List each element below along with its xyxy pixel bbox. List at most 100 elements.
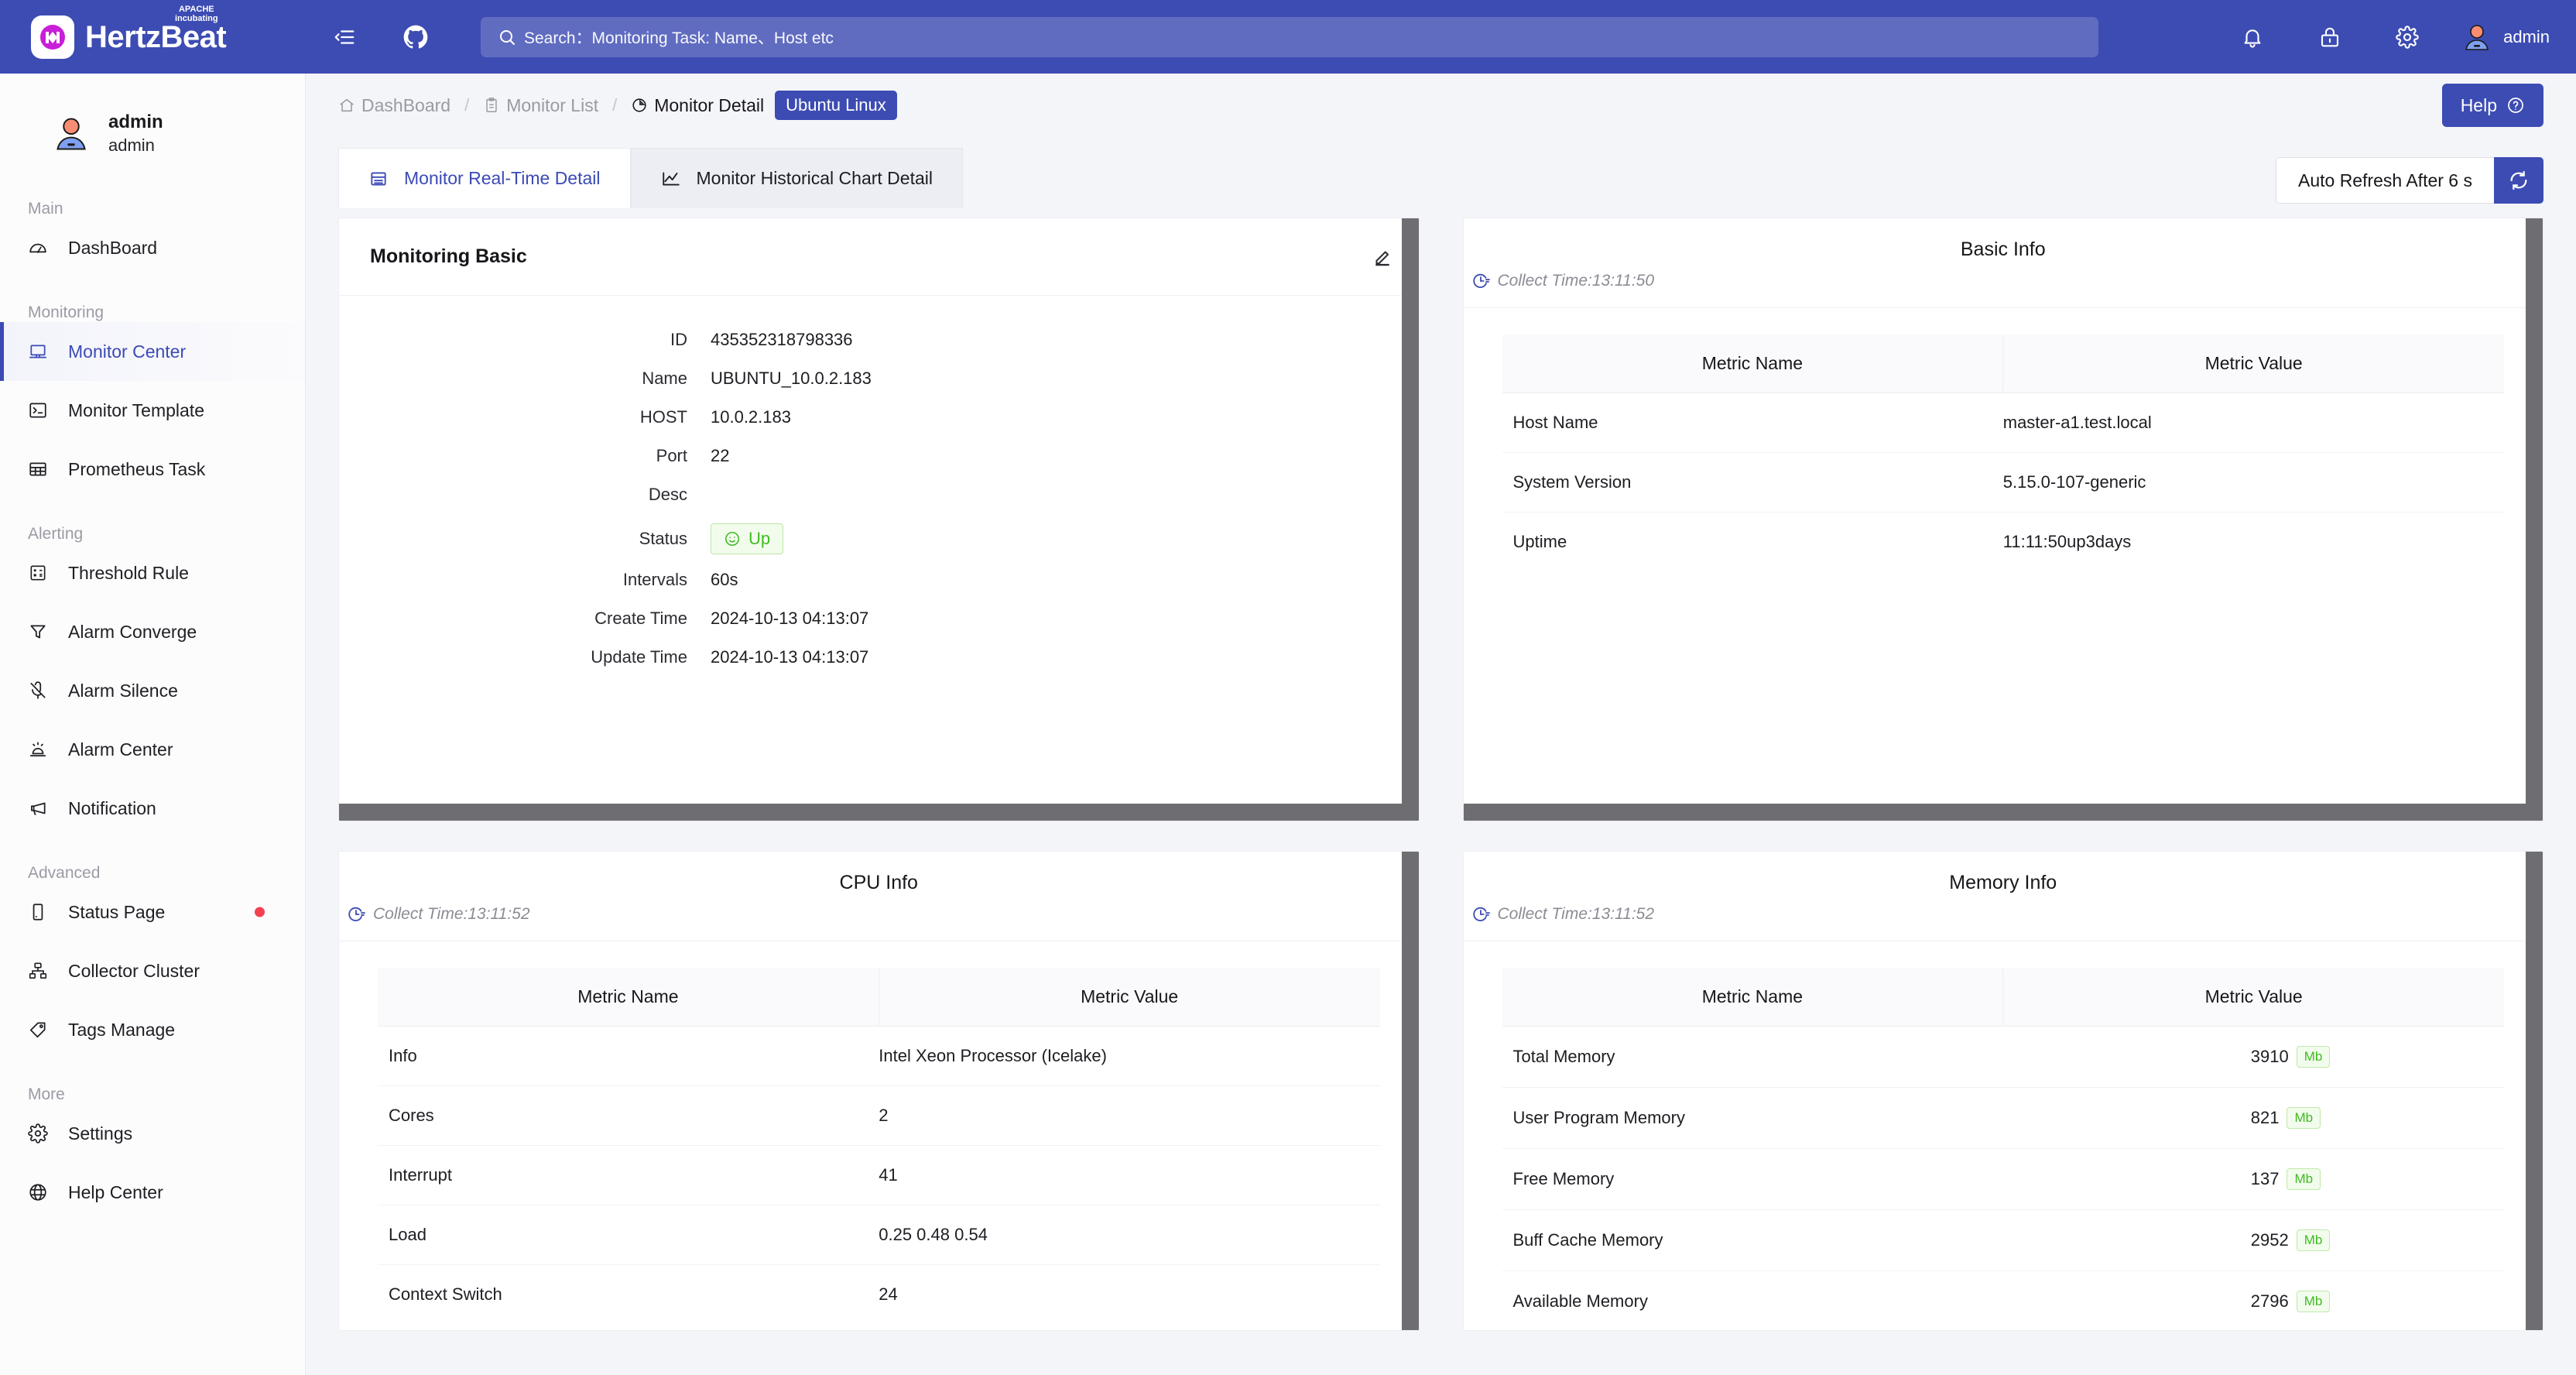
column-metric-value: Metric Value xyxy=(879,968,1379,1027)
sidebar-item-threshold-rule[interactable]: Threshold Rule xyxy=(0,543,305,602)
calculator-icon xyxy=(28,563,54,583)
desc-value: UBUNTU_10.0.2.183 xyxy=(711,369,872,389)
card-vertical-scrollbar[interactable] xyxy=(1402,218,1419,821)
bell-icon[interactable] xyxy=(2231,15,2274,59)
sidebar-item-collector-cluster[interactable]: Collector Cluster xyxy=(0,941,305,1000)
sidebar-user-block[interactable]: admin admin xyxy=(0,74,305,156)
metric-name: Total Memory xyxy=(1502,1027,2003,1088)
metric-name: Load xyxy=(378,1205,879,1265)
metric-value: 137 Mb xyxy=(2003,1149,2504,1210)
metric-value: 2 xyxy=(879,1086,1379,1146)
monitor-type-tag: Ubuntu Linux xyxy=(775,91,897,120)
table-row: Host Name master-a1.test.local xyxy=(1502,393,2505,453)
nav-group-monitoring: Monitoring xyxy=(0,303,305,322)
clock-icon xyxy=(1471,272,1490,290)
breadcrumb-monitor-detail: Monitor Detail xyxy=(631,95,764,116)
table-row: Cores 2 xyxy=(378,1086,1380,1146)
status-label: Up xyxy=(748,529,770,549)
sidebar-item-notification[interactable]: Notification xyxy=(0,779,305,838)
search-input[interactable]: Search：Monitoring Task: Name、Host etc xyxy=(481,17,2098,57)
card-horizontal-scrollbar[interactable] xyxy=(1464,804,2526,821)
desc-row: Intervals 60s xyxy=(339,570,1419,590)
desc-value: 22 xyxy=(711,446,729,466)
monitor-icon xyxy=(28,341,54,362)
desc-value: 10.0.2.183 xyxy=(711,407,791,427)
nav-group-advanced: Advanced xyxy=(0,864,305,883)
lock-icon[interactable] xyxy=(2308,15,2352,59)
pencil-icon[interactable] xyxy=(1372,247,1392,267)
card-horizontal-scrollbar[interactable] xyxy=(339,804,1402,821)
breadcrumb-label: DashBoard xyxy=(361,95,450,116)
sidebar-item-label: Status Page xyxy=(68,902,165,923)
sidebar-item-help-center[interactable]: Help Center xyxy=(0,1163,305,1222)
desc-row: Desc xyxy=(339,485,1419,505)
sidebar-item-monitor-template[interactable]: Monitor Template xyxy=(0,381,305,440)
metric-name: User Program Memory xyxy=(1502,1088,2003,1149)
help-button[interactable]: Help xyxy=(2442,84,2543,127)
metric-number: 2952 xyxy=(2251,1230,2289,1250)
sidebar-item-alarm-converge[interactable]: Alarm Converge xyxy=(0,602,305,661)
desc-value: Up xyxy=(711,523,783,554)
metric-name: Interrupt xyxy=(378,1146,879,1205)
card-vertical-scrollbar[interactable] xyxy=(2526,852,2543,1330)
tab-monitor-historical-chart-detail[interactable]: Monitor Historical Chart Detail xyxy=(631,148,963,208)
github-icon[interactable] xyxy=(394,15,437,59)
metric-value: 41 xyxy=(879,1146,1379,1205)
cluster-icon xyxy=(28,961,54,981)
clock-icon xyxy=(1471,905,1490,924)
metric-value: 11:11:50up3days xyxy=(2003,513,2504,572)
user-menu[interactable]: admin xyxy=(2461,22,2550,53)
main-content: DashBoard / Monitor List / Monitor Detai… xyxy=(306,74,2576,1375)
table-row: Available Memory 2796 Mb xyxy=(1502,1271,2505,1332)
sidebar-item-monitor-center[interactable]: Monitor Center xyxy=(0,322,305,381)
sidebar-item-alarm-silence[interactable]: Alarm Silence xyxy=(0,661,305,720)
table-row: System Version 5.15.0-107-generic xyxy=(1502,453,2505,513)
tab-label: Monitor Historical Chart Detail xyxy=(697,168,933,189)
card-vertical-scrollbar[interactable] xyxy=(1402,852,1419,1330)
brand-apache-incubating: APACHE incubating xyxy=(175,5,218,24)
sidebar-item-prometheus-task[interactable]: Prometheus Task xyxy=(0,440,305,499)
tab-monitor-real-time-detail[interactable]: Monitor Real-Time Detail xyxy=(338,148,631,208)
auto-refresh-value: Auto Refresh After 6 s xyxy=(2298,170,2472,191)
sidebar-item-alarm-center[interactable]: Alarm Center xyxy=(0,720,305,779)
card-monitoring-basic: Monitoring Basic ID 435352318798336 Name… xyxy=(338,218,1420,821)
gear-icon[interactable] xyxy=(2386,15,2429,59)
sidebar-item-settings[interactable]: Settings xyxy=(0,1104,305,1163)
brand-logo[interactable]: HertzBeat APACHE incubating xyxy=(0,15,306,59)
sidebar-item-label: Tags Manage xyxy=(68,1020,175,1041)
card-cpu-info: CPU Info Collect Time:13:11:52 Metric Na… xyxy=(338,851,1420,1331)
sidebar: admin admin Main DashBoard Monitoring Mo… xyxy=(0,74,306,1375)
terminal-icon xyxy=(28,400,54,420)
breadcrumb-monitor-list[interactable]: Monitor List xyxy=(483,95,598,116)
sidebar-item-tags-manage[interactable]: Tags Manage xyxy=(0,1000,305,1059)
metric-value: 24 xyxy=(879,1265,1379,1325)
card-vertical-scrollbar[interactable] xyxy=(2526,218,2543,821)
metric-name: Cores xyxy=(378,1086,879,1146)
search-placeholder: Search：Monitoring Task: Name、Host etc xyxy=(524,26,834,49)
auto-refresh-select[interactable]: Auto Refresh After 6 s xyxy=(2276,157,2494,204)
monitoring-basic-list: ID 435352318798336 Name UBUNTU_10.0.2.18… xyxy=(339,296,1419,667)
sidebar-item-label: Monitor Template xyxy=(68,400,204,421)
sidebar-user-role: admin xyxy=(108,135,163,157)
mute-icon xyxy=(28,681,54,701)
sidebar-item-status-page[interactable]: Status Page xyxy=(0,883,305,941)
breadcrumb-label: Monitor Detail xyxy=(654,95,764,116)
refresh-button[interactable] xyxy=(2494,157,2543,204)
desc-label: Create Time xyxy=(339,609,711,629)
auto-refresh-group: Auto Refresh After 6 s xyxy=(2276,157,2543,204)
tab-label: Monitor Real-Time Detail xyxy=(404,168,601,189)
desc-row: Port 22 xyxy=(339,446,1419,466)
sidebar-item-dashboard[interactable]: DashBoard xyxy=(0,218,305,277)
desc-label: Status xyxy=(339,529,711,549)
menu-fold-icon[interactable] xyxy=(323,15,366,59)
desc-row: Create Time 2024-10-13 04:13:07 xyxy=(339,609,1419,629)
globe-icon xyxy=(28,1182,54,1202)
breadcrumb-dashboard[interactable]: DashBoard xyxy=(338,95,450,116)
column-metric-value: Metric Value xyxy=(2003,968,2504,1027)
column-metric-name: Metric Name xyxy=(1502,968,2003,1027)
table-row: Context Switch 24 xyxy=(378,1265,1380,1325)
card-header: Monitoring Basic xyxy=(339,218,1419,296)
metric-value: 2796 Mb xyxy=(2003,1271,2504,1332)
column-metric-name: Metric Name xyxy=(378,968,879,1027)
desc-value: 60s xyxy=(711,570,738,590)
